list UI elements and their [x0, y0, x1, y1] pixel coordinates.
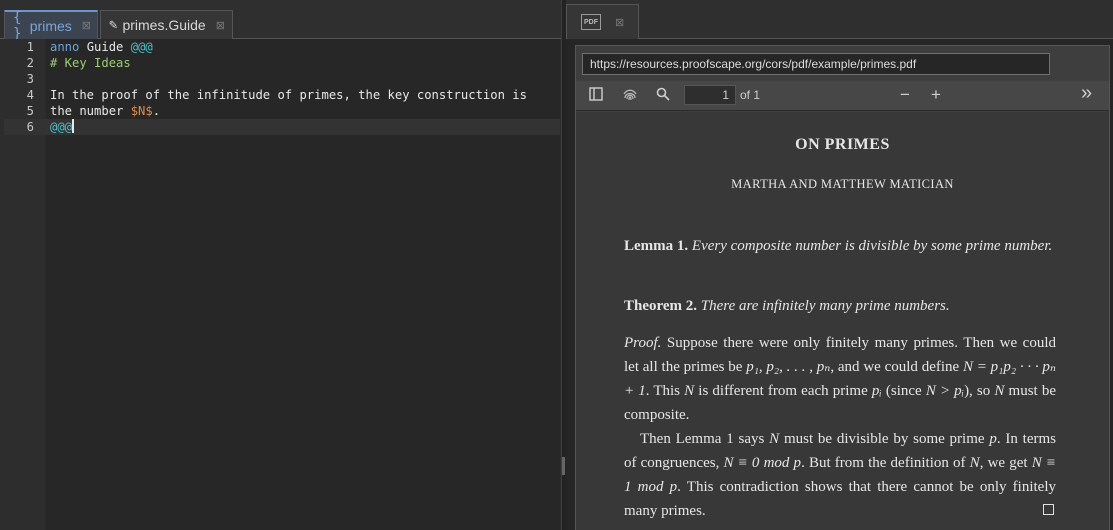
pen-icon: ✎: [109, 17, 118, 33]
proof-text: , we get: [979, 455, 1032, 471]
lemma-text: Every composite number is divisible by s…: [691, 238, 1053, 254]
code-token: Guide: [79, 40, 131, 54]
line-number: 1: [26, 40, 34, 54]
line-number: 5: [26, 104, 34, 118]
proof-text: . But from the definition of: [801, 455, 970, 471]
app-window: { } primes ⊠ ✎ primes.Guide ⊠ 1 anno Guid…: [0, 0, 1113, 530]
pdf-toolbar: 1 of 1 − + »: [576, 81, 1109, 111]
line-number: 4: [26, 88, 34, 102]
line-code: In the proof of the infinitude of primes…: [50, 87, 527, 103]
code-token: # Key Ideas: [50, 56, 131, 70]
proof-text: . This contradiction shows that there ca…: [624, 479, 1056, 519]
zoom-in-button[interactable]: +: [931, 86, 941, 104]
zoom-out-button[interactable]: −: [900, 86, 910, 104]
pdf-pane: PDF ⊠ https://resources.proofscape.org/c…: [566, 0, 1113, 530]
math: N: [994, 383, 1005, 399]
editor-tab-bar: { } primes ⊠ ✎ primes.Guide ⊠: [0, 0, 561, 42]
fingerprint-icon[interactable]: [622, 87, 638, 108]
code-token: anno: [50, 40, 80, 54]
splitter-grip[interactable]: [562, 457, 565, 475]
tab-primes-guide[interactable]: ✎ primes.Guide ⊠: [100, 10, 233, 39]
math: p: [989, 431, 997, 447]
line-code: the number $N$.: [50, 103, 160, 119]
proof-paragraph-2: Then Lemma 1 says N must be divisible by…: [624, 427, 1056, 523]
close-icon[interactable]: ⊠: [615, 16, 624, 29]
proof-text: . This: [645, 383, 685, 399]
code-line[interactable]: 3: [4, 71, 560, 87]
tab-pdf[interactable]: PDF ⊠: [566, 4, 639, 39]
tab-primes[interactable]: { } primes ⊠: [4, 9, 98, 42]
math: pᵢ: [871, 383, 882, 399]
tab-label: primes: [29, 17, 72, 34]
proof-label: Proof.: [624, 335, 662, 351]
braces-icon: { }: [13, 9, 22, 42]
code-token: the number: [50, 104, 131, 118]
math: N: [969, 455, 980, 471]
math: p₁, p₂, . . . , pₙ: [746, 359, 831, 375]
proof-text: ), so: [964, 383, 995, 399]
pdf-page: ON PRIMES MARTHA AND MATTHEW MATICIAN Le…: [576, 112, 1109, 530]
proof-text: must be divisible by some prime: [779, 431, 990, 447]
theorem-label: Theorem 2.: [624, 298, 698, 314]
line-code: # Key Ideas: [50, 55, 131, 71]
line-number: 2: [26, 56, 34, 70]
code-token: @@@: [130, 40, 153, 54]
sidebar-toggle-icon[interactable]: [589, 87, 603, 106]
editor-pane: { } primes ⊠ ✎ primes.Guide ⊠ 1 anno Guid…: [0, 0, 562, 530]
code-editor[interactable]: 1 anno Guide @@@ 2 # Key Ideas 3 4 In the proo…: [4, 39, 560, 530]
proof-paragraph-1: Proof. Suppose there were only finitely …: [624, 331, 1056, 427]
code-line[interactable]: 6 @@@: [4, 119, 560, 135]
pdf-tab-bar: PDF ⊠: [566, 0, 1113, 39]
proof-text: is different from each prime: [694, 383, 872, 399]
code-line[interactable]: 2 # Key Ideas: [4, 55, 560, 71]
code-line[interactable]: 5 the number $N$.: [4, 103, 560, 119]
lemma-label: Lemma 1.: [624, 238, 689, 254]
code-line[interactable]: 1 anno Guide @@@: [4, 39, 560, 55]
code-token: @@@: [50, 120, 73, 134]
math: N > pᵢ: [925, 383, 965, 399]
lemma-paragraph: Lemma 1. Every composite number is divis…: [624, 234, 1056, 258]
theorem-paragraph: Theorem 2. There are infinitely many pri…: [624, 294, 1056, 318]
line-number: 6: [26, 120, 34, 134]
proof-text: , and we could define: [830, 359, 963, 375]
line-code: anno Guide @@@: [50, 39, 153, 55]
math: N ≡ 0 mod p: [723, 455, 802, 471]
search-icon[interactable]: [656, 87, 670, 106]
url-field[interactable]: https://resources.proofscape.org/cors/pd…: [582, 53, 1050, 75]
pdf-viewer: https://resources.proofscape.org/cors/pd…: [575, 45, 1110, 530]
code-token: .: [152, 104, 161, 118]
proof-text: Then Lemma 1 says: [640, 431, 770, 447]
qed-square-icon: [1043, 504, 1054, 515]
page-count: of 1: [740, 88, 761, 102]
math: N: [769, 431, 780, 447]
math: N: [684, 383, 695, 399]
proof-text: (since: [881, 383, 926, 399]
close-icon[interactable]: ⊠: [216, 19, 225, 32]
paper-title: ON PRIMES: [795, 136, 890, 153]
line-number: 3: [26, 72, 34, 86]
tab-label: primes.Guide: [122, 17, 206, 33]
pdf-file-icon: PDF: [581, 14, 601, 30]
close-icon[interactable]: ⊠: [82, 19, 91, 32]
paper-authors: MARTHA AND MATTHEW MATICIAN: [731, 177, 954, 191]
code-token: $N$: [130, 104, 153, 118]
code-line[interactable]: 4 In the proof of the infinitude of prime…: [4, 87, 560, 103]
text-caret: [72, 119, 75, 133]
line-code: @@@: [50, 119, 75, 135]
page-number-input[interactable]: 1: [684, 85, 736, 105]
more-tools-button[interactable]: »: [1081, 83, 1092, 103]
theorem-text: There are infinitely many prime numbers.: [700, 298, 950, 314]
code-token: In the proof of the infinitude of primes…: [50, 88, 527, 102]
